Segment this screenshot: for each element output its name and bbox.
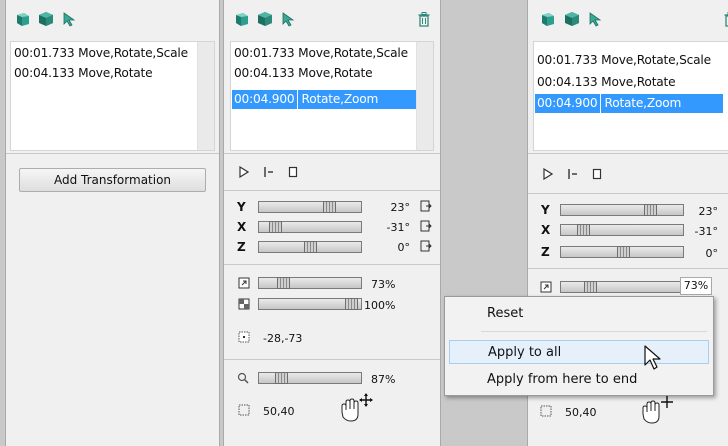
mouse-pointer-icon <box>644 345 661 370</box>
axis-x-slider[interactable] <box>560 224 684 236</box>
list-item[interactable]: 00:04.133 Move,Rotate <box>535 73 676 92</box>
scale-value: 73% <box>371 278 396 291</box>
zoom-icon <box>237 372 249 384</box>
add-transformation-button[interactable]: Add Transformation <box>19 168 206 192</box>
stop-icon[interactable] <box>592 168 602 180</box>
axis-x-slider[interactable] <box>258 221 362 233</box>
panel-1: 00:01.733 Move,Rotate,Scale 00:04.133 Mo… <box>5 0 220 446</box>
opacity-slider[interactable] <box>258 298 362 310</box>
list-scrollbar[interactable] <box>416 42 433 150</box>
cursor-icon[interactable] <box>587 11 603 27</box>
axis-z-slider[interactable] <box>258 241 362 253</box>
axis-z-slider[interactable] <box>560 246 684 258</box>
keyframe-list[interactable]: 00:01.733 Move,Rotate,Scale 00:04.133 Mo… <box>533 41 728 151</box>
scale-icon <box>238 277 250 289</box>
list-item[interactable]: 00:04.133 Move,Rotate <box>232 64 373 83</box>
cube-icon[interactable] <box>564 11 580 27</box>
position-value: -28,-73 <box>263 332 303 345</box>
axis-y-slider[interactable] <box>560 204 684 216</box>
reset-x-icon[interactable] <box>420 220 432 232</box>
cursor-icon[interactable] <box>61 11 77 27</box>
reset-y-icon[interactable] <box>420 200 432 212</box>
stop-icon[interactable] <box>288 166 298 178</box>
list-item[interactable]: 00:01.733 Move,Rotate,Scale <box>232 44 408 63</box>
move-tool-icon[interactable] <box>234 11 250 27</box>
menu-item-apply-from-here[interactable]: Apply from here to end <box>449 368 709 392</box>
hand-cursor-icon[interactable] <box>638 395 674 429</box>
play-icon[interactable] <box>239 166 249 178</box>
menu-item-apply-to-all[interactable]: Apply to all <box>449 340 709 364</box>
trash-icon[interactable] <box>416 11 432 27</box>
cursor-icon[interactable] <box>280 11 296 27</box>
toolbar <box>528 0 728 36</box>
step-start-icon[interactable] <box>263 166 275 178</box>
scale-icon <box>540 281 552 293</box>
axis-z-value: 0° <box>705 247 719 260</box>
size-value: 50,40 <box>565 406 597 419</box>
size-icon <box>540 405 552 417</box>
opacity-value: 100% <box>364 299 396 312</box>
axis-y-value: 23° <box>698 205 719 218</box>
list-item-selected[interactable]: 00:04.900 Rotate,Zoom <box>232 90 422 109</box>
size-icon <box>238 404 250 416</box>
list-item[interactable]: 00:01.733 Move,Rotate,Scale <box>535 51 711 70</box>
size-value: 50,40 <box>263 405 295 418</box>
axis-x-value: -31° <box>386 221 410 234</box>
axis-x-value: -31° <box>694 225 718 238</box>
axis-x-label: X <box>541 223 551 237</box>
context-menu: Reset Apply to all Apply from here to en… <box>444 296 714 396</box>
axis-y-label: Y <box>541 203 550 217</box>
scale-value-field[interactable]: 73% <box>680 277 712 295</box>
zoom-value: 87% <box>371 373 396 386</box>
axis-z-label: Z <box>237 240 246 254</box>
axis-y-label: Y <box>237 200 246 214</box>
axis-z-label: Z <box>541 245 550 259</box>
list-item[interactable]: 00:01.733 Move,Rotate,Scale <box>12 44 188 63</box>
scale-slider[interactable] <box>258 277 362 289</box>
axis-y-value: 23° <box>390 201 411 214</box>
hand-cursor-icon[interactable] <box>337 393 373 427</box>
reset-z-icon[interactable] <box>420 240 432 252</box>
keyframe-list[interactable]: 00:01.733 Move,Rotate,Scale 00:04.133 Mo… <box>10 41 215 151</box>
list-scrollbar[interactable] <box>197 42 214 150</box>
zoom-slider[interactable] <box>258 372 362 384</box>
move-tool-icon[interactable] <box>15 11 31 27</box>
position-icon <box>238 331 250 343</box>
step-start-icon[interactable] <box>567 168 579 180</box>
toolbar <box>224 0 440 36</box>
play-icon[interactable] <box>543 168 553 180</box>
menu-item-reset[interactable]: Reset <box>449 302 709 326</box>
opacity-icon <box>238 298 250 310</box>
trash-icon[interactable] <box>722 11 728 27</box>
list-item-selected[interactable]: 00:04.900 Rotate,Zoom <box>535 94 723 113</box>
scale-slider[interactable] <box>560 281 684 293</box>
keyframe-list[interactable]: 00:01.733 Move,Rotate,Scale 00:04.133 Mo… <box>230 41 434 151</box>
cube-icon[interactable] <box>257 11 273 27</box>
axis-y-slider[interactable] <box>258 201 362 213</box>
toolbar <box>6 0 219 36</box>
move-tool-icon[interactable] <box>540 11 556 27</box>
list-item[interactable]: 00:04.133 Move,Rotate <box>12 64 153 83</box>
axis-z-value: 0° <box>397 241 411 254</box>
cube-icon[interactable] <box>38 11 54 27</box>
axis-x-label: X <box>237 220 247 234</box>
panel-2: 00:01.733 Move,Rotate,Scale 00:04.133 Mo… <box>223 0 441 446</box>
